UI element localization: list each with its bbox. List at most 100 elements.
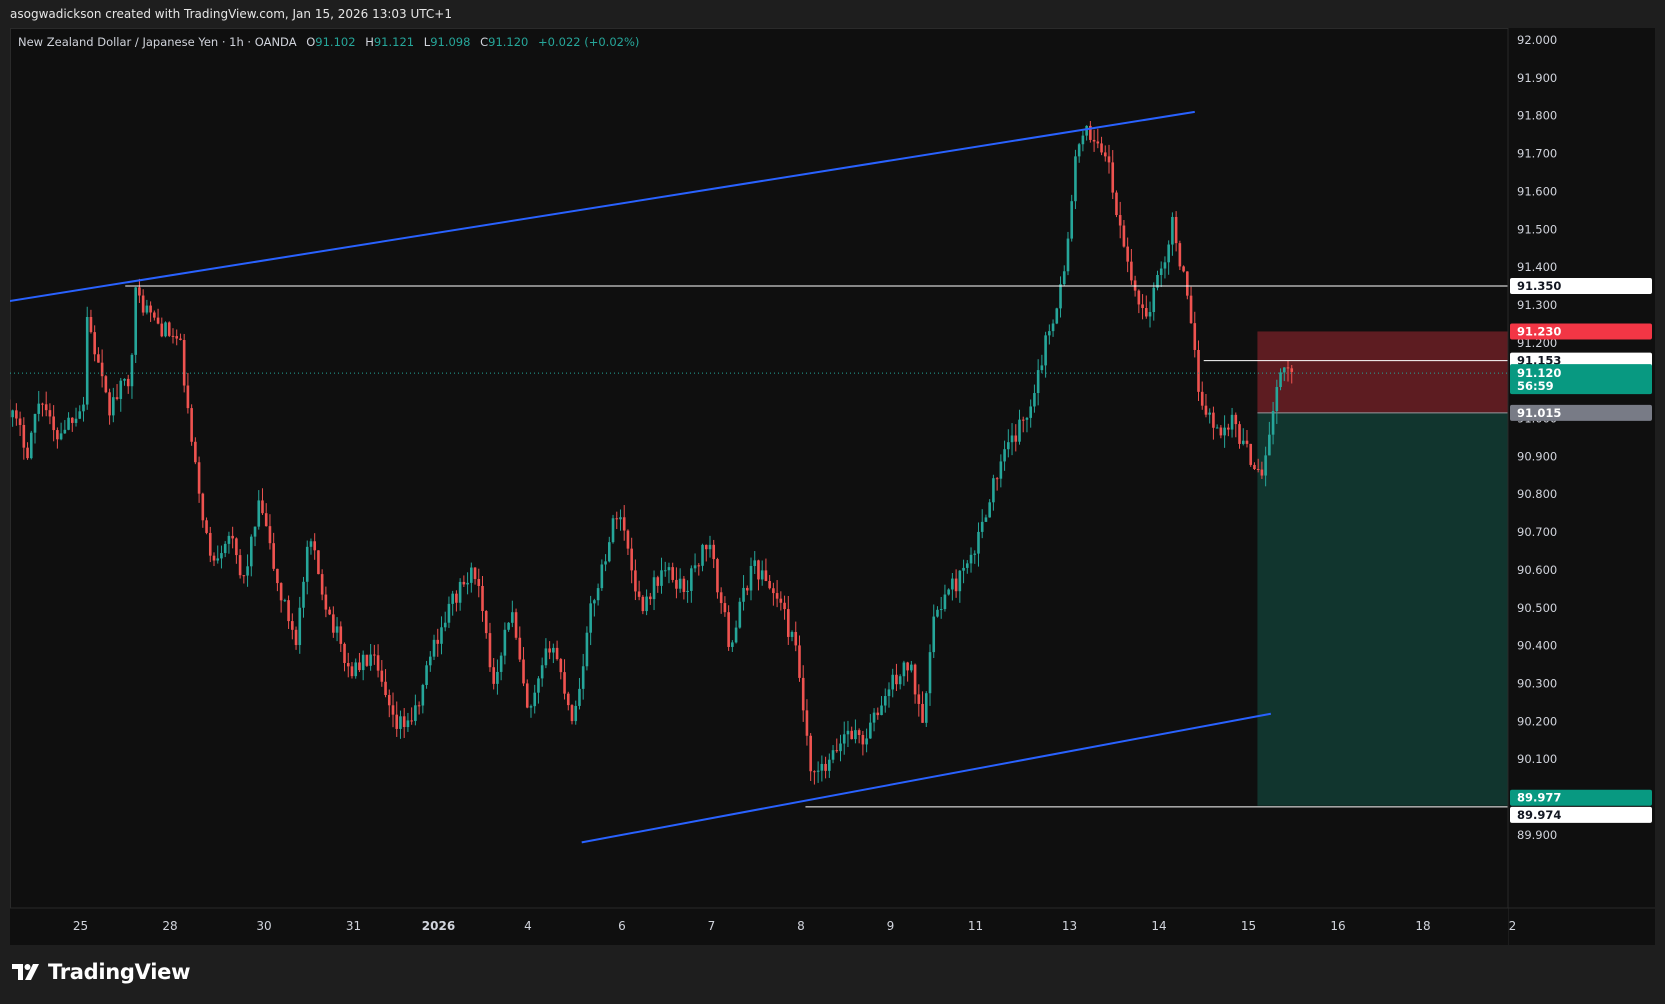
- candle-body: [1100, 143, 1103, 153]
- candle-body: [854, 730, 857, 740]
- candle-body: [484, 611, 488, 634]
- price-tick-label: 91.700: [1517, 147, 1557, 161]
- candle-body: [100, 362, 104, 377]
- candle-body: [320, 574, 324, 595]
- candle-body: [1081, 135, 1085, 145]
- tradingview-logo-text: TradingView: [48, 960, 191, 984]
- price-tick-label: 90.800: [1517, 487, 1557, 501]
- candle-body: [428, 656, 432, 666]
- candle-body: [1167, 244, 1170, 263]
- candle-body: [522, 659, 525, 684]
- price-tag-label: 89.977: [1517, 791, 1561, 805]
- candle-body: [115, 397, 119, 399]
- candle-body: [921, 703, 924, 723]
- candle-body: [585, 632, 589, 667]
- candle-body: [883, 696, 887, 706]
- candle-body: [470, 567, 473, 583]
- candle-body: [555, 647, 559, 660]
- candle-body: [451, 593, 454, 604]
- candle-body: [712, 544, 716, 560]
- candle-body: [52, 416, 55, 431]
- candle-body: [141, 295, 145, 313]
- candle-body: [1070, 201, 1074, 239]
- candle-body: [637, 591, 641, 597]
- candle-body: [1115, 192, 1118, 216]
- candle-body: [1018, 419, 1021, 442]
- candle-body: [197, 462, 201, 494]
- price-tick-label: 90.900: [1517, 449, 1557, 463]
- candle-body: [231, 535, 234, 539]
- close-label: C: [480, 35, 489, 49]
- change-value: +0.022 (+0.02%): [538, 35, 640, 49]
- candle-body: [138, 287, 141, 296]
- candle-body: [279, 583, 283, 601]
- price-tick-label: 90.300: [1517, 676, 1557, 690]
- candle-body: [1264, 455, 1267, 476]
- chart-svg[interactable]: 92.000 91.900 91.800 91.700 91.600 91.500 91.4…: [10, 28, 1655, 945]
- candle-body: [1193, 323, 1197, 350]
- candle-body: [328, 609, 331, 615]
- trendline[interactable]: [10, 110, 1195, 303]
- time-tick-label: 16: [1330, 919, 1345, 933]
- candle-body: [1148, 312, 1152, 317]
- candle-body: [801, 677, 805, 711]
- candle-body: [227, 535, 231, 544]
- candle-body: [466, 582, 469, 585]
- candle-body: [1189, 295, 1193, 324]
- candle-body: [63, 429, 67, 434]
- candle-body: [488, 633, 492, 668]
- time-tick-label: 31: [346, 919, 361, 933]
- candle-body: [678, 578, 682, 589]
- candle-body: [514, 612, 518, 638]
- time-axis[interactable]: 25 28 30 31 2026 4 6 7 8 9 11 13 14 15 16 18 2: [10, 907, 1655, 945]
- candle-body: [1241, 440, 1245, 444]
- candle-body: [939, 609, 943, 611]
- candle-body: [1275, 387, 1279, 412]
- candle-body: [462, 581, 466, 585]
- candle-body: [194, 441, 197, 463]
- candle-body: [149, 305, 152, 313]
- candle-body: [283, 600, 287, 602]
- candle-body: [1282, 367, 1286, 373]
- tradingview-logo[interactable]: TradingView: [12, 960, 190, 984]
- candle-body: [1159, 268, 1163, 275]
- candle-body: [1215, 427, 1219, 429]
- candle-body: [593, 600, 596, 604]
- candle-body: [1048, 331, 1051, 336]
- footer-bar: [0, 945, 1665, 1004]
- candle-body: [965, 563, 969, 568]
- trendline[interactable]: [581, 712, 1272, 844]
- time-tick-label: 18: [1415, 919, 1430, 933]
- candle-body: [906, 662, 909, 671]
- candle-body: [566, 693, 570, 706]
- candle-body: [563, 672, 566, 694]
- candle-body: [936, 609, 939, 617]
- candle-body: [1137, 290, 1141, 305]
- candle-body: [615, 518, 619, 520]
- candle-body: [179, 338, 182, 340]
- candle-body: [70, 417, 74, 423]
- candle-body: [1007, 442, 1010, 450]
- candle-body: [272, 543, 275, 569]
- price-tick-label: 91.300: [1517, 298, 1557, 312]
- take-profit-zone[interactable]: [1257, 412, 1508, 806]
- candle-body: [499, 655, 503, 672]
- stop-loss-zone[interactable]: [1257, 331, 1508, 413]
- candle-body: [649, 596, 652, 600]
- candle-body: [813, 771, 816, 773]
- candle-body: [223, 543, 227, 554]
- candle-body: [15, 410, 18, 419]
- candle-body: [317, 550, 320, 575]
- candle-body: [980, 521, 984, 532]
- price-tick-label: 90.700: [1517, 525, 1557, 539]
- candle-body: [1268, 434, 1271, 456]
- candle-body: [216, 558, 220, 561]
- candle-body: [652, 577, 656, 600]
- candle-body: [809, 735, 812, 772]
- candle-body: [794, 631, 798, 646]
- candle-body: [458, 581, 462, 603]
- candle-body: [130, 354, 134, 387]
- candle-body: [257, 500, 261, 527]
- candle-body: [928, 652, 932, 694]
- candle-body: [29, 432, 33, 459]
